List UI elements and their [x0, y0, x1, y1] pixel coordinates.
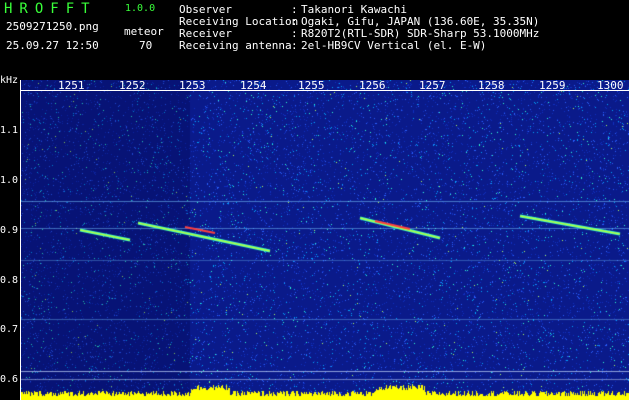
x-tick-label: 1255 — [298, 79, 325, 92]
x-tick-label: 1259 — [539, 79, 566, 92]
app-version: 1.0.0 — [125, 3, 156, 14]
y-tick-label: 0.6 — [0, 374, 19, 385]
y-tick-label: 0.9 — [0, 225, 19, 236]
x-tick-label: 1251 — [58, 79, 85, 92]
x-tick-label: 1300 — [597, 79, 624, 92]
y-tick-label: 1.0 — [0, 175, 19, 186]
x-axis-line — [20, 90, 629, 91]
x-tick-label: 1252 — [119, 79, 146, 92]
y-axis-unit: kHz — [0, 75, 19, 86]
antenna-value: 2el-HB9CV Vertical (el. E-W) — [301, 39, 487, 52]
x-tick-label: 1256 — [359, 79, 386, 92]
y-tick-label: 0.8 — [0, 275, 19, 286]
meteor-label: meteor — [124, 25, 164, 38]
separator-colon: : — [291, 39, 298, 52]
spectrogram-canvas — [20, 80, 629, 400]
y-tick-label: 0.7 — [0, 324, 19, 335]
antenna-label: Receiving antenna — [179, 39, 292, 52]
file-name: 2509271250.png — [6, 20, 99, 33]
y-axis-line — [20, 80, 21, 400]
x-tick-label: 1254 — [240, 79, 267, 92]
meteor-count: 70 — [139, 39, 153, 52]
header-panel: HROFFT 1.0.0 2509271250.png 25.09.27 12:… — [0, 0, 629, 78]
x-tick-label: 1253 — [179, 79, 206, 92]
x-tick-label: 1257 — [419, 79, 446, 92]
x-tick-label: 1258 — [478, 79, 505, 92]
observation-datetime: 25.09.27 12:50 — [6, 39, 99, 52]
app-title: HROFFT — [4, 1, 97, 17]
y-tick-label: 1.1 — [0, 125, 19, 136]
